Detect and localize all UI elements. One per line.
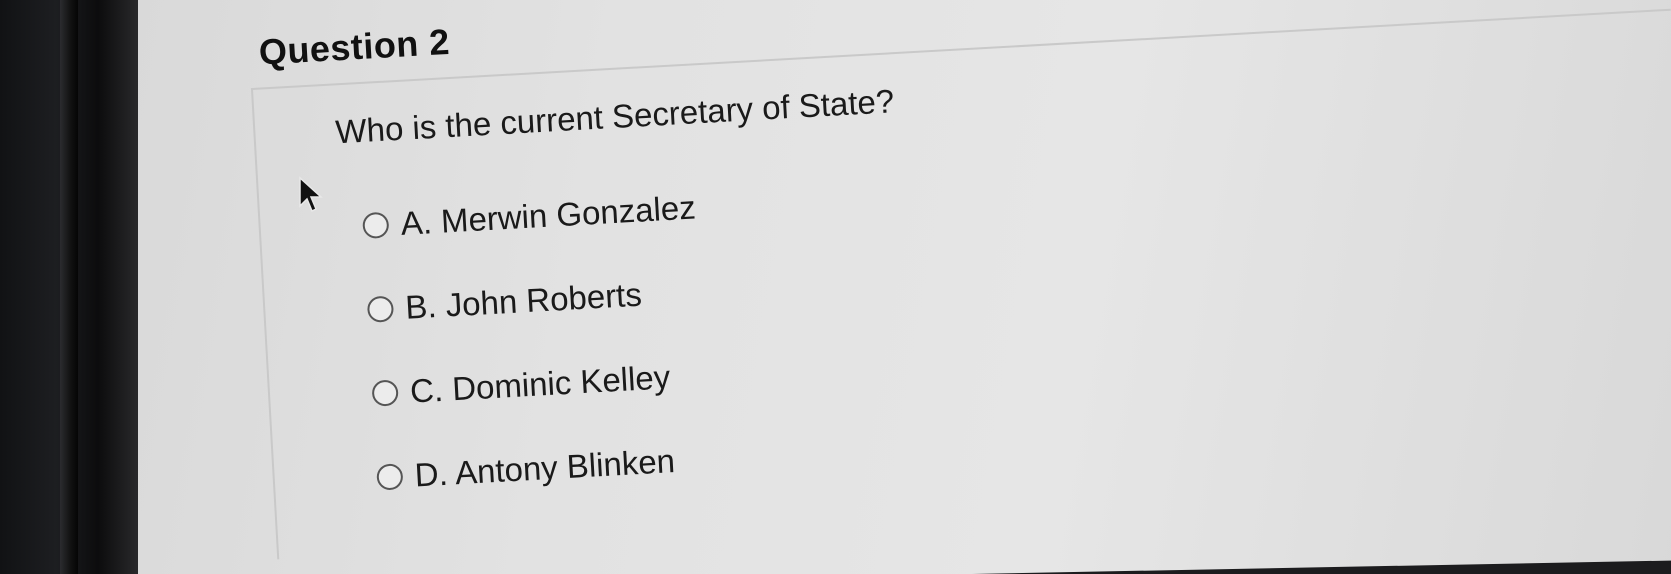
question-title: Question 2 <box>257 20 451 73</box>
answer-option-label: C. Dominic Kelley <box>409 358 672 410</box>
quiz-question-panel: Question 2 Who is the current Secretary … <box>250 0 1671 573</box>
answer-option-label: D. Antony Blinken <box>413 442 676 494</box>
radio-button-d[interactable] <box>376 463 404 491</box>
answer-options: A. Merwin Gonzalez B. John Roberts C. Do… <box>360 166 712 520</box>
monitor-bezel-edge <box>60 0 78 574</box>
answer-option-label: B. John Roberts <box>404 275 643 326</box>
mouse-pointer-icon <box>299 176 323 213</box>
radio-button-b[interactable] <box>366 295 395 323</box>
radio-button-a[interactable] <box>362 211 390 240</box>
radio-button-c[interactable] <box>371 379 399 407</box>
answer-option-label: A. Merwin Gonzalez <box>399 188 697 242</box>
